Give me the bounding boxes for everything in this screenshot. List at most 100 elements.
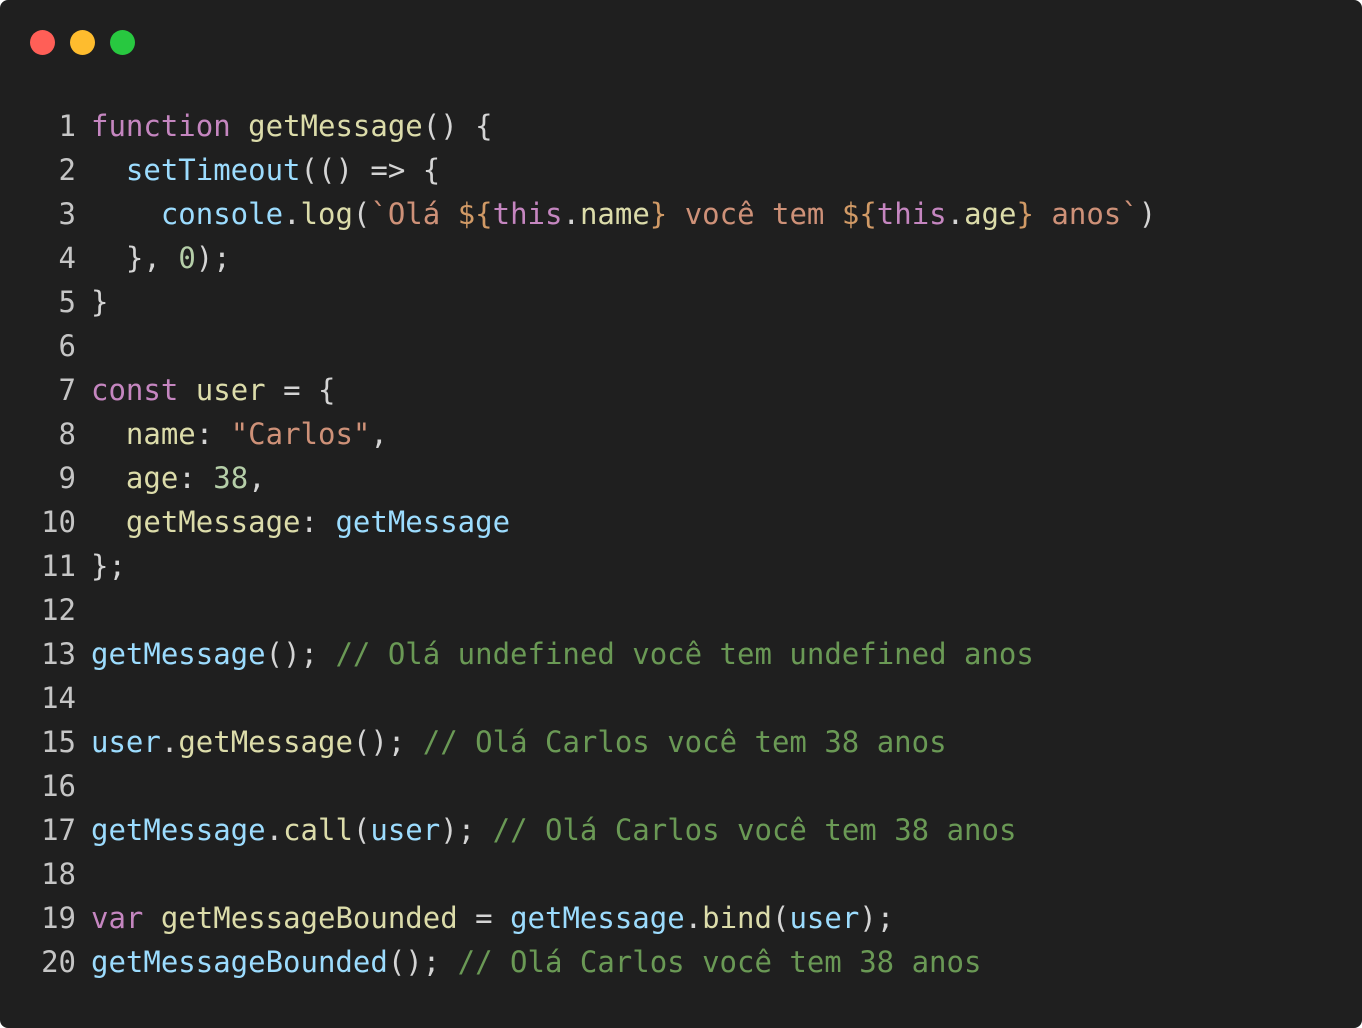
code-token: "Carlos" [230,417,371,451]
code-token: setTimeout [125,153,301,187]
minimize-button[interactable] [70,30,95,55]
code-token: . [684,901,703,935]
code-text: user.getMessage(); // Olá Carlos você te… [91,720,947,764]
code-token: user [195,373,266,407]
code-token: (); [387,945,458,979]
code-token: 38 [213,461,249,495]
code-token: (); [352,725,423,759]
code-text: }, 0); [91,236,231,280]
code-text: const user = { [91,368,335,412]
code-token: 0 [178,241,196,275]
line-number: 16 [41,769,76,803]
line-number: 19 [41,901,76,935]
code-token: user [370,813,441,847]
code-token: getMessageBounded [160,901,458,935]
code-token: } [91,285,109,319]
code-token: ) [1138,197,1157,231]
code-token: name [125,417,196,451]
code-token: : [300,505,336,539]
code-line: 20 getMessageBounded(); // Olá Carlos voc… [0,940,1156,984]
code-text: console.log(`Olá ${this.name} você tem $… [91,192,1156,236]
code-token: getMessage [125,505,301,539]
code-line: 16 [0,764,1156,808]
code-token: , [248,461,266,495]
line-number: 20 [41,945,76,979]
code-line: 13 getMessage(); // Olá undefined você te… [0,632,1156,676]
code-text: getMessageBounded(); // Olá Carlos você … [91,940,981,984]
code-window: 1 function getMessage() {2 setTimeout(() … [0,0,1362,1028]
code-token: você tem [667,197,842,231]
code-line: 5} [0,280,1156,324]
code-token: user [789,901,860,935]
code-token: var [91,901,144,935]
line-number: 7 [58,373,76,407]
code-line: 9 age: 38, [0,456,1156,500]
code-line: 6 [0,324,1156,368]
line-number: 10 [41,505,76,539]
code-text: getMessage.call(user); // Olá Carlos voc… [91,808,1016,852]
code-token: age [964,197,1017,231]
code-text: function getMessage() { [91,104,493,148]
code-token: (() => { [300,153,441,187]
code-token: bind [702,901,772,935]
line-number: 11 [41,549,76,583]
code-text: setTimeout(() => { [91,148,440,192]
code-line: 8 name: "Carlos", [0,412,1156,456]
line-number: 14 [41,681,76,715]
code-line: 7 const user = { [0,368,1156,412]
code-token: log [300,197,353,231]
code-token: getMessage [510,901,685,935]
code-line: 14 [0,676,1156,720]
code-token: function [91,109,231,143]
code-line: 3 console.log(`Olá ${this.name} você tem… [0,192,1157,236]
code-token: }; [91,549,126,583]
code-line: 4 }, 0); [0,236,1156,280]
code-token: . [946,197,965,231]
code-line: 15 user.getMessage(); // Olá Carlos você … [0,720,1156,764]
code-token: `Olá [370,197,458,231]
code-text: var getMessageBounded = getMessage.bind(… [91,896,894,940]
code-text: getMessage(); // Olá undefined você tem … [91,632,1034,676]
code-token: // Olá Carlos você tem 38 anos [492,813,1017,847]
code-line: 18 [0,852,1156,896]
maximize-button[interactable] [110,30,135,55]
code-editor: 1 function getMessage() {2 setTimeout(() … [0,104,1156,984]
line-number: 18 [41,857,76,891]
code-token: ( [352,813,371,847]
code-token: ); [195,241,231,275]
code-line: 2 setTimeout(() => { [0,148,1156,192]
code-token: ); [859,901,895,935]
code-token: // Olá Carlos você tem 38 anos [422,725,947,759]
code-line: 19 var getMessageBounded = getMessage.bin… [0,896,1156,940]
code-line: 10 getMessage: getMessage [0,500,1156,544]
code-token: . [160,725,179,759]
code-token: }, [91,241,179,275]
code-token: // Olá Carlos você tem 38 anos [457,945,982,979]
code-token: this [492,197,563,231]
code-token: = { [265,373,336,407]
code-token: : [195,417,231,451]
code-token: getMessage [335,505,511,539]
code-token: ${ [841,197,877,231]
code-token: getMessage [248,109,423,143]
line-number: 17 [41,813,76,847]
code-token: } [649,197,668,231]
code-token: user [91,725,161,759]
code-text: } [91,280,108,324]
code-token: ( [352,197,371,231]
code-line: 1 function getMessage() { [0,104,1156,148]
code-token: call [283,813,353,847]
line-number: 15 [41,725,76,759]
close-button[interactable] [30,30,55,55]
code-token: () { [422,109,493,143]
line-number: 3 [58,197,76,231]
code-token: // Olá undefined você tem undefined anos [335,637,1034,671]
code-text: getMessage: getMessage [91,500,510,544]
code-token: . [562,197,580,231]
